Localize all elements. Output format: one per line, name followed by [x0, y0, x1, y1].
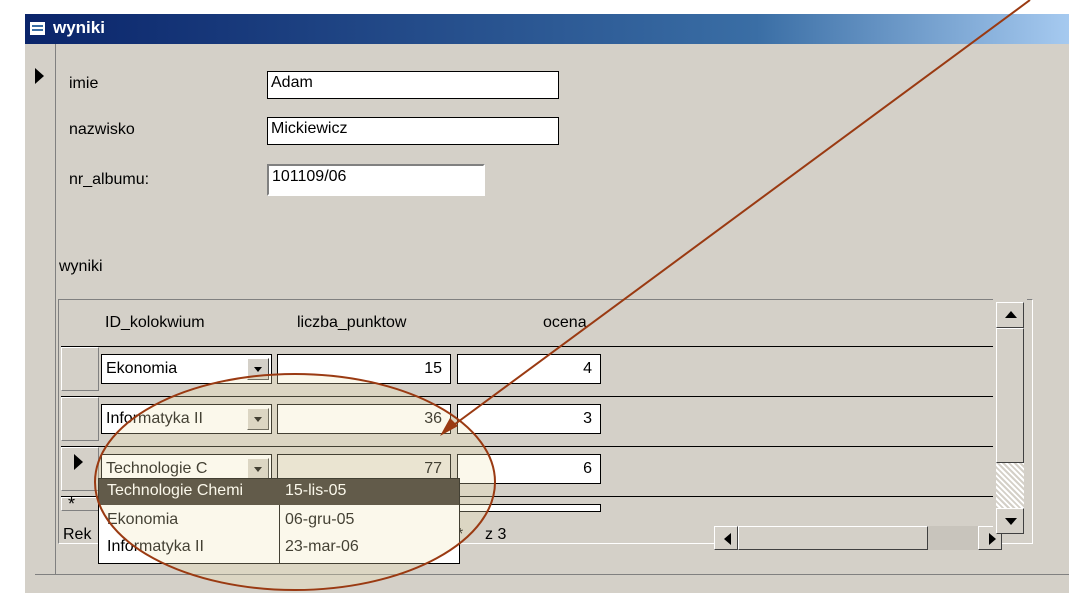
form-icon — [29, 21, 46, 36]
ocena-cell[interactable]: 3 — [457, 404, 601, 434]
chevron-down-icon[interactable] — [247, 408, 269, 430]
scroll-track[interactable] — [996, 463, 1024, 508]
row-selector[interactable] — [61, 397, 99, 441]
kolokwium-dropdown-list[interactable]: Technologie Chemi 15-lis-05 Ekonomia 06-… — [98, 478, 460, 564]
dropdown-item-selected[interactable]: Technologie Chemi 15-lis-05 — [99, 479, 459, 505]
punkty-cell[interactable]: 36 — [277, 404, 451, 434]
ocena-cell[interactable]: 6 — [457, 454, 601, 484]
divider — [35, 574, 1069, 575]
dropdown-item-date: 23-mar-06 — [285, 538, 359, 555]
chevron-down-icon[interactable] — [247, 358, 269, 380]
subform-label: wyniki — [59, 258, 103, 275]
punkty-cell[interactable]: 15 — [277, 354, 451, 384]
record-selector[interactable] — [25, 44, 56, 574]
scroll-down-icon[interactable] — [996, 508, 1024, 534]
nr-albumu-field[interactable]: 101109/06 — [267, 164, 485, 196]
row-divider — [61, 446, 1005, 447]
dropdown-item[interactable]: Ekonomia 06-gru-05 — [99, 508, 459, 534]
scroll-left-icon[interactable] — [714, 526, 738, 550]
dropdown-item-date: 15-lis-05 — [285, 482, 347, 499]
scroll-thumb[interactable] — [738, 526, 928, 550]
row-selector-current[interactable] — [61, 447, 99, 491]
dropdown-item-date: 06-gru-05 — [285, 511, 355, 528]
dropdown-item-name: Technologie Chemi — [107, 482, 244, 499]
horizontal-scrollbar[interactable] — [714, 526, 1002, 550]
imie-field[interactable]: Adam — [267, 71, 559, 99]
combo-value: Ekonomia — [106, 360, 178, 377]
ocena-new-cell[interactable] — [457, 504, 601, 512]
row-selector[interactable] — [61, 347, 99, 391]
row-divider — [61, 396, 1005, 397]
dropdown-item[interactable]: Informatyka II 23-mar-06 — [99, 535, 459, 561]
new-record-icon: * — [68, 494, 76, 514]
col-header-id-kolokwium: ID_kolokwium — [105, 314, 205, 331]
ocena-cell[interactable]: 4 — [457, 354, 601, 384]
kolokwium-combo[interactable]: Ekonomia — [101, 354, 272, 384]
col-header-liczba-punktow: liczba_punktow — [297, 314, 407, 331]
new-row-selector[interactable]: * — [61, 494, 99, 514]
dropdown-item-name: Ekonomia — [107, 511, 179, 528]
col-header-ocena: ocena — [543, 314, 587, 331]
window-title: wyniki — [53, 18, 105, 37]
imie-label: imie — [69, 75, 99, 92]
scroll-up-icon[interactable] — [996, 302, 1024, 328]
nazwisko-label: nazwisko — [69, 121, 135, 138]
current-record-icon — [74, 454, 83, 470]
vertical-scrollbar[interactable] — [993, 299, 1027, 534]
title-bar[interactable]: wyniki — [25, 14, 1069, 44]
current-record-icon — [35, 68, 44, 84]
nr-albumu-label: nr_albumu: — [69, 171, 150, 188]
nazwisko-field[interactable]: Mickiewicz — [267, 117, 559, 145]
row-divider — [61, 346, 1005, 347]
scroll-thumb[interactable] — [996, 328, 1024, 463]
chevron-down-icon[interactable] — [247, 458, 269, 480]
combo-value: Informatyka II — [106, 410, 203, 427]
nav-total: z 3 — [485, 526, 507, 543]
kolokwium-combo[interactable]: Informatyka II — [101, 404, 272, 434]
nav-label: Rek — [63, 526, 92, 543]
dropdown-item-name: Informatyka II — [107, 538, 204, 555]
